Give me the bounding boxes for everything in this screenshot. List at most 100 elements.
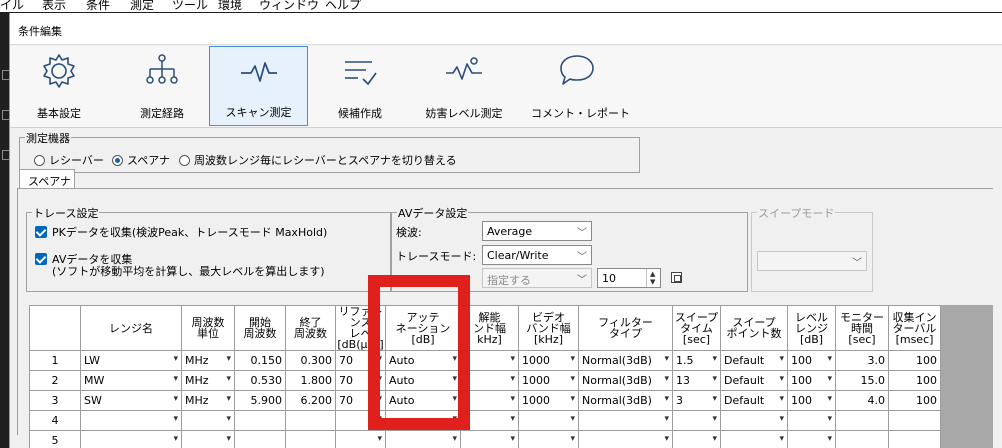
- table-cell[interactable]: 100: [787, 370, 836, 391]
- menu-environment[interactable]: 環境: [218, 0, 242, 12]
- detail-window-icon[interactable]: [671, 272, 682, 283]
- table-cell[interactable]: [518, 410, 579, 431]
- column-header[interactable]: [29, 305, 81, 351]
- table-cell[interactable]: 1000: [518, 390, 579, 411]
- menu-tools[interactable]: ツール: [172, 0, 208, 12]
- checklist-icon: [345, 61, 377, 86]
- table-cell[interactable]: 5.900: [234, 390, 286, 411]
- table-cell[interactable]: [888, 430, 941, 448]
- menu-window[interactable]: ウィンドウ: [259, 0, 319, 12]
- ribbon-comment-report-button[interactable]: コメント・レポート: [531, 46, 630, 126]
- table-cell[interactable]: Default: [720, 390, 788, 411]
- column-header[interactable]: レベル レンジ [dB]: [787, 305, 836, 351]
- spin-down-icon: ▼: [650, 278, 656, 286]
- radio-receiver[interactable]: レシーバー: [34, 152, 104, 168]
- table-cell[interactable]: [835, 430, 889, 448]
- column-header[interactable]: フィルター タイプ: [578, 305, 673, 351]
- column-header[interactable]: 終了 周波数: [285, 305, 336, 351]
- table-cell[interactable]: 100: [888, 390, 941, 411]
- table-cell[interactable]: 6.200: [285, 390, 336, 411]
- table-cell[interactable]: 0.300: [285, 350, 336, 371]
- menu-file[interactable]: イル: [0, 0, 24, 12]
- table-cell[interactable]: [285, 410, 336, 431]
- table-cell[interactable]: 100: [888, 350, 941, 371]
- average-count-spinner[interactable]: 10 ▲ ▼: [597, 268, 661, 288]
- table-cell[interactable]: MHz: [181, 370, 235, 391]
- spinner-arrows[interactable]: ▲ ▼: [646, 269, 660, 287]
- detector-select[interactable]: Average ﹀: [482, 221, 592, 241]
- table-cell[interactable]: Default: [720, 370, 788, 391]
- table-cell[interactable]: 1.800: [285, 370, 336, 391]
- table-cell[interactable]: 0.530: [234, 370, 286, 391]
- table-cell[interactable]: [181, 430, 235, 448]
- table-cell[interactable]: [335, 430, 386, 448]
- table-cell[interactable]: 100: [888, 370, 941, 391]
- column-header[interactable]: 収集イン ターバル [msec]: [888, 305, 941, 351]
- table-cell[interactable]: SW: [80, 390, 182, 411]
- sweep-mode-select[interactable]: ﹀: [757, 251, 867, 271]
- table-cell[interactable]: 4.0: [835, 390, 889, 411]
- table-cell[interactable]: 1.5: [672, 350, 721, 371]
- table-cell[interactable]: [460, 430, 519, 448]
- table-cell[interactable]: Normal(3dB): [578, 390, 673, 411]
- table-cell[interactable]: 100: [787, 390, 836, 411]
- pk-data-checkbox[interactable]: PKデータを収集(検波Peak、トレースモード MaxHold): [35, 226, 375, 240]
- table-cell[interactable]: [720, 430, 788, 448]
- table-cell[interactable]: 1000: [518, 370, 579, 391]
- table-cell[interactable]: Normal(3dB): [578, 370, 673, 391]
- radio-switch-per-range[interactable]: 周波数レンジ毎にレシーバーとスペアナを切り替える: [179, 152, 457, 168]
- ribbon-basic-settings-button[interactable]: 基本設定: [18, 46, 100, 126]
- menu-help[interactable]: ヘルプ: [325, 0, 361, 12]
- radio-spectrum-analyzer[interactable]: スペアナ: [112, 152, 170, 168]
- table-cell[interactable]: [835, 410, 889, 431]
- average-mode-select[interactable]: 指定する ﹀: [482, 268, 592, 288]
- table-cell[interactable]: 3: [672, 390, 721, 411]
- table-cell[interactable]: Default: [720, 350, 788, 371]
- table-cell[interactable]: Normal(3dB): [578, 350, 673, 371]
- detector-value: Average: [487, 225, 533, 238]
- column-header[interactable]: 周波数 単位: [181, 305, 235, 351]
- table-cell[interactable]: 13: [672, 370, 721, 391]
- table-cell[interactable]: [385, 430, 461, 448]
- ribbon-measurement-path-button[interactable]: 測定経路: [116, 46, 208, 126]
- table-cell[interactable]: [888, 410, 941, 431]
- table-cell[interactable]: [787, 410, 836, 431]
- table-cell[interactable]: [234, 430, 286, 448]
- ribbon-scan-measure-button[interactable]: スキャン測定: [209, 46, 308, 126]
- table-cell[interactable]: 1000: [518, 350, 579, 371]
- table-cell[interactable]: [720, 410, 788, 431]
- table-cell[interactable]: [672, 430, 721, 448]
- table-cell[interactable]: 0.150: [234, 350, 286, 371]
- table-cell[interactable]: [578, 410, 673, 431]
- menu-measure[interactable]: 測定: [130, 0, 154, 12]
- table-cell[interactable]: 100: [787, 350, 836, 371]
- table-cell[interactable]: [578, 430, 673, 448]
- table-cell[interactable]: [672, 410, 721, 431]
- table-cell[interactable]: 3.0: [835, 350, 889, 371]
- table-cell[interactable]: [285, 430, 336, 448]
- table-cell[interactable]: [181, 410, 235, 431]
- table-cell[interactable]: MHz: [181, 350, 235, 371]
- ribbon-candidate-create-button[interactable]: 候補作成: [319, 46, 401, 126]
- table-cell[interactable]: LW: [80, 350, 182, 371]
- column-header[interactable]: ビデオ バンド幅 [kHz]: [518, 305, 579, 351]
- av-data-checkbox[interactable]: AVデータを収集 (ソフトが移動平均を計算し、最大レベルを算出します): [35, 253, 375, 281]
- table-cell[interactable]: [234, 410, 286, 431]
- trace-mode-select[interactable]: Clear/Write ﹀: [482, 245, 592, 265]
- column-header[interactable]: スイープ タイム [sec]: [672, 305, 721, 351]
- ribbon-interference-level-button[interactable]: 妨害レベル測定: [412, 46, 516, 126]
- table-cell[interactable]: [80, 410, 182, 431]
- column-header[interactable]: 開始 周波数: [234, 305, 286, 351]
- column-header[interactable]: モニター 時間 [sec]: [835, 305, 889, 351]
- table-cell[interactable]: MHz: [181, 390, 235, 411]
- table-cell[interactable]: [518, 430, 579, 448]
- menu-condition[interactable]: 条件: [86, 0, 110, 12]
- table-cell[interactable]: [80, 430, 182, 448]
- table-cell[interactable]: MW: [80, 370, 182, 391]
- column-header[interactable]: レンジ名: [80, 305, 182, 351]
- table-cell[interactable]: [787, 430, 836, 448]
- menu-view[interactable]: 表示: [42, 0, 66, 12]
- column-header[interactable]: スイープ ポイント数: [720, 305, 788, 351]
- tab-spectrum-analyzer[interactable]: スペアナ: [19, 169, 75, 189]
- table-cell[interactable]: 15.0: [835, 370, 889, 391]
